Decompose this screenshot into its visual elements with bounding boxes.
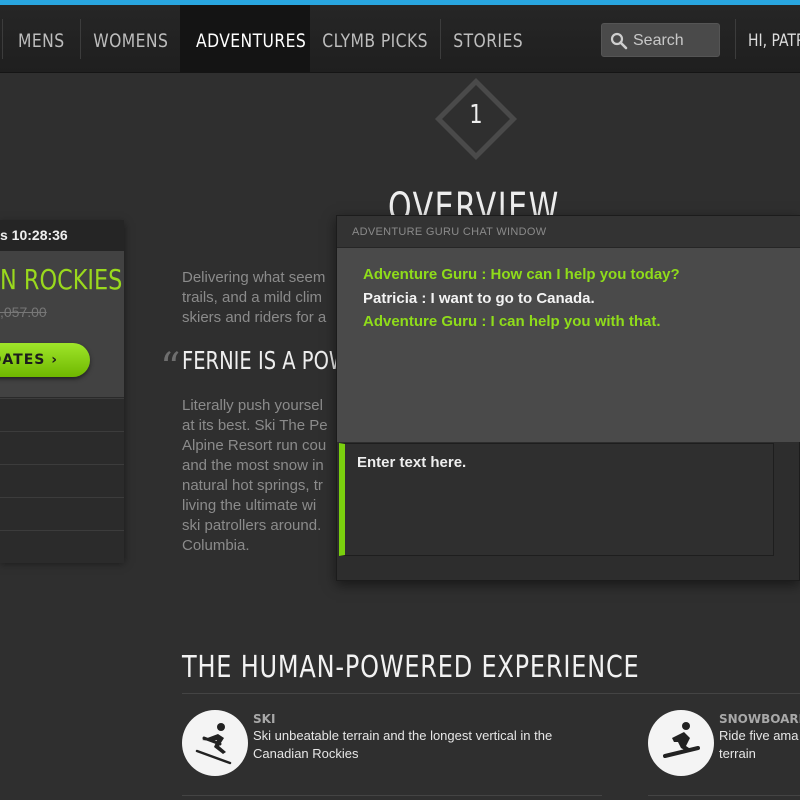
feature-desc-ski: Ski unbeatable terrain and the longest v… — [253, 728, 553, 761]
search-placeholder: Search — [633, 32, 684, 49]
chat-message: Patricia : I want to go to Canada. — [363, 290, 595, 307]
paragraph-line: Delivering what seem — [182, 269, 326, 286]
paragraph-line: ski patrollers around. — [182, 517, 322, 534]
chat-input[interactable]: Enter text here. — [339, 443, 774, 556]
pull-quote: FERNIE IS A POW — [182, 346, 349, 375]
paragraph-line: Alpine Resort run cou — [182, 437, 327, 454]
snowboarder-icon — [648, 710, 714, 776]
nav-item-stories[interactable]: STORIES — [441, 5, 531, 73]
deal-old-price: ,057.00 — [0, 304, 47, 320]
deal-row[interactable] — [0, 431, 124, 464]
user-greeting[interactable]: HI, PATR — [748, 5, 800, 73]
chat-window: ADVENTURE GURU CHAT WINDOW Adventure Gur… — [336, 215, 800, 581]
dates-button[interactable]: DATES › — [0, 343, 90, 377]
deal-title: N ROCKIES — [0, 263, 123, 296]
feature-label-snowboard: SNOWBOARD — [719, 712, 800, 726]
nav-separator — [735, 19, 736, 59]
divider — [182, 693, 800, 694]
divider — [648, 795, 800, 796]
chat-title: ADVENTURE GURU CHAT WINDOW — [352, 226, 547, 238]
chat-input-placeholder: Enter text here. — [357, 454, 467, 471]
nav-item-womens[interactable]: WOMENS — [81, 5, 179, 73]
paragraph-line: Literally push yoursel — [182, 397, 323, 414]
deal-timer: s 10:28:36 — [0, 220, 124, 251]
feature-label-ski: SKI — [253, 712, 276, 726]
step-number: 1 — [469, 100, 483, 130]
divider — [182, 795, 602, 796]
deal-row[interactable] — [0, 497, 124, 530]
quote-mark-icon: “ — [160, 345, 181, 391]
search-icon — [610, 32, 628, 50]
overview-paragraph: Delivering what seem trails, and a mild … — [182, 268, 342, 328]
section-title: THE HUMAN-POWERED EXPERIENCE — [182, 650, 640, 685]
paragraph-line: trails, and a mild clim — [182, 289, 323, 306]
paragraph-line: at its best. Ski The Pe — [182, 417, 328, 434]
main-nav: MENS WOMENS ADVENTURES CLYMB PICKS STORI… — [0, 5, 800, 73]
chat-log: Adventure Guru : How can I help you toda… — [337, 248, 800, 442]
chat-message: Adventure Guru : I can help you with tha… — [363, 313, 661, 330]
nav-item-clymb-picks[interactable]: CLYMB PICKS — [310, 5, 433, 73]
paragraph-line: natural hot springs, tr — [182, 477, 323, 494]
chat-message: Adventure Guru : How can I help you toda… — [363, 266, 680, 283]
chat-header[interactable]: ADVENTURE GURU CHAT WINDOW — [337, 216, 800, 248]
deal-row[interactable] — [0, 464, 124, 497]
paragraph-line: living the ultimate wi — [182, 497, 317, 514]
deal-summary: N ROCKIES ,057.00 DATES › — [0, 251, 124, 397]
deal-row[interactable] — [0, 530, 124, 563]
description-paragraph: Literally push yoursel at its best. Ski … — [182, 396, 340, 556]
paragraph-line: skiers and riders for a — [182, 309, 327, 326]
feature-desc-snowboard: Ride five ama terrain — [719, 728, 799, 761]
paragraph-line: Columbia. — [182, 537, 250, 554]
skier-icon — [182, 710, 248, 776]
deal-card: s 10:28:36 N ROCKIES ,057.00 DATES › — [0, 220, 124, 563]
search-box[interactable]: Search — [601, 23, 720, 57]
nav-item-mens[interactable]: MENS — [0, 5, 72, 73]
paragraph-line: and the most snow in — [182, 457, 324, 474]
nav-item-adventures-label: ADVENTURES — [196, 30, 307, 52]
nav-item-adventures[interactable]: ADVENTURES — [180, 5, 310, 73]
deal-row[interactable] — [0, 398, 124, 431]
